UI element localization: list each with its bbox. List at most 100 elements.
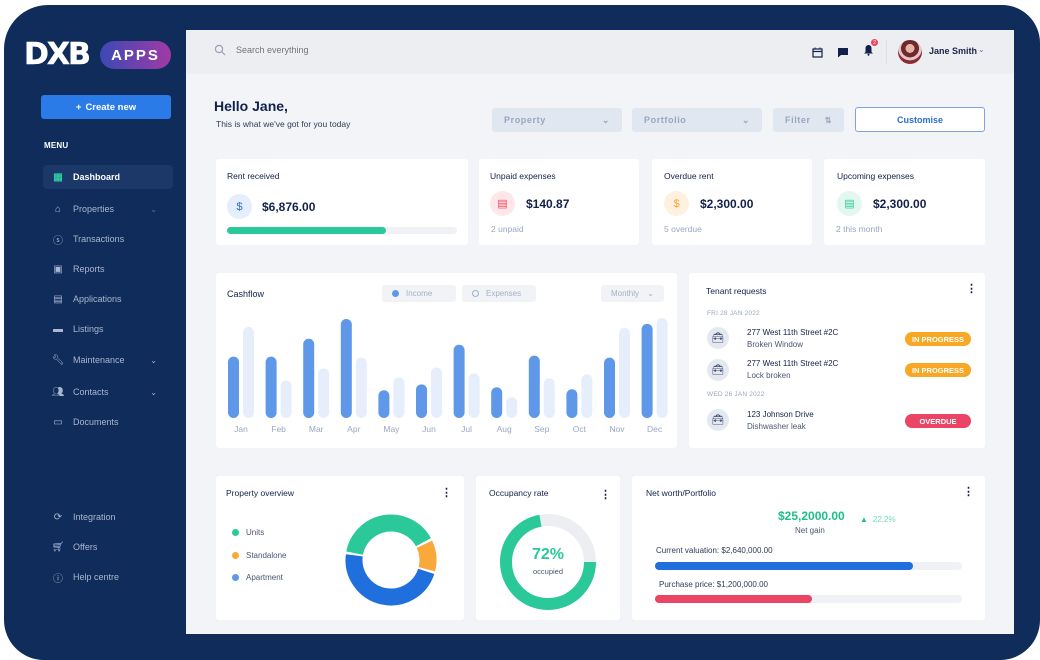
bar-income-aug[interactable] — [491, 387, 503, 418]
divider — [886, 40, 887, 64]
bar-expenses-jun[interactable] — [431, 367, 442, 418]
user-name[interactable]: Jane Smith — [929, 46, 977, 56]
filter-button[interactable]: Filter ⇅ — [773, 108, 844, 132]
chat-icon[interactable] — [837, 47, 849, 58]
rent-progress-fill — [227, 227, 386, 234]
bar-income-apr[interactable] — [340, 318, 352, 418]
page-title: Hello Jane, — [214, 98, 288, 114]
sidebar-item-label: Maintenance — [73, 355, 125, 365]
search-bar[interactable] — [214, 44, 416, 56]
card-title: Property overview — [226, 488, 295, 498]
bar-income-jul[interactable] — [453, 344, 465, 418]
more-options-icon[interactable]: ⋮ — [441, 488, 452, 499]
bar-expenses-dec[interactable] — [656, 317, 668, 418]
sidebar-item-applications[interactable]: ▤ Applications — [43, 287, 173, 311]
bar-income-mar[interactable] — [303, 338, 315, 418]
calendar-icon[interactable] — [812, 47, 823, 58]
sidebar-item-offers[interactable]: 🛒︎ Offers — [43, 535, 173, 559]
sidebar-item-help-centre[interactable]: ⓘ Help centre — [43, 565, 173, 589]
more-options-icon[interactable]: ⋮ — [600, 490, 611, 501]
bar-income-feb[interactable] — [265, 356, 277, 418]
help-icon: ⓘ — [53, 573, 63, 585]
sidebar-item-integration[interactable]: ⟳ Integration — [43, 505, 173, 529]
grid-icon: ▦ — [53, 171, 63, 183]
dollar-icon: $ — [664, 191, 689, 216]
chevron-down-icon: ⌄ — [741, 114, 750, 125]
tenant-requests-card: Tenant requests ⋮ FRI 28 JAN 2022 🧰︎ 277… — [689, 273, 985, 448]
customise-button[interactable]: Customise — [855, 107, 985, 132]
bar-expenses-sep[interactable] — [543, 378, 555, 418]
toolbox-icon: 🧰︎ — [707, 409, 729, 431]
bar-income-nov[interactable] — [604, 357, 615, 418]
bar-expenses-feb[interactable] — [280, 380, 292, 418]
x-tick-label: Dec — [647, 424, 663, 434]
sync-icon: ⟳ — [53, 511, 63, 523]
donut-segment-apartment[interactable] — [345, 554, 435, 606]
create-new-button[interactable]: + Create new — [41, 95, 171, 119]
more-options-icon[interactable]: ⋮ — [963, 487, 974, 498]
bar-income-sep[interactable] — [528, 355, 540, 418]
sidebar-item-listings[interactable]: ▬ Listings — [43, 317, 173, 341]
bar-income-oct[interactable] — [566, 389, 578, 418]
stat-value: $140.87 — [526, 197, 570, 211]
search-input[interactable] — [236, 45, 416, 55]
bar-expenses-jul[interactable] — [468, 373, 480, 418]
logo[interactable]: DXB APPS — [24, 37, 171, 72]
logo-wordmark: DXB — [24, 37, 91, 72]
donut-segment-units[interactable] — [346, 514, 431, 556]
property-dropdown[interactable]: Property ⌄ — [492, 108, 622, 132]
receipt-icon: ▤ — [490, 191, 515, 216]
plus-icon: + — [75, 101, 82, 113]
request-issue: Lock broken — [747, 371, 791, 380]
request-date: FRI 28 JAN 2022 — [707, 310, 760, 317]
sidebar-item-transactions[interactable]: ⓢ Transactions — [43, 227, 173, 251]
bar-income-jun[interactable] — [416, 384, 427, 418]
chevron-down-icon[interactable]: ⌄ — [978, 45, 985, 54]
x-tick-label: Aug — [497, 424, 512, 434]
units-dot-icon — [232, 529, 239, 536]
card-title: Tenant requests — [706, 286, 767, 296]
bar-expenses-may[interactable] — [393, 377, 405, 418]
request-address: 277 West 11th Street #2C — [747, 359, 839, 368]
donut-segment-standalone[interactable] — [416, 540, 437, 572]
bar-income-dec[interactable] — [641, 323, 653, 418]
sidebar-item-documents[interactable]: ▭ Documents — [43, 410, 173, 434]
frame-notch — [143, 0, 153, 5]
more-options-icon[interactable]: ⋮ — [966, 284, 977, 295]
bar-income-jan[interactable] — [228, 356, 239, 418]
request-address: 277 West 11th Street #2C — [747, 328, 839, 337]
legend-label: Units — [246, 528, 265, 537]
portfolio-dropdown[interactable]: Portfolio ⌄ — [632, 108, 762, 132]
property-overview-card: Property overview ⋮ Units Standalone Apa… — [216, 476, 464, 620]
sidebar-item-contacts[interactable]: 👥︎ Contacts ⌄ — [43, 380, 173, 404]
dropdown-label: Property — [504, 115, 546, 125]
apartment-dot-icon — [232, 574, 239, 581]
request-address: 123 Johnson Drive — [747, 410, 814, 419]
x-tick-label: Jun — [422, 424, 436, 434]
sidebar-item-label: Transactions — [73, 234, 125, 244]
x-tick-label: Jan — [234, 424, 248, 434]
bar-expenses-mar[interactable] — [318, 368, 330, 418]
sidebar-item-reports[interactable]: ▣ Reports — [43, 257, 173, 281]
sidebar-item-properties[interactable]: ⌂ Properties ⌄ — [43, 197, 173, 221]
bar-expenses-nov[interactable] — [619, 327, 630, 418]
valuation-bar — [655, 562, 962, 570]
cart-icon: 🛒︎ — [51, 541, 65, 553]
sidebar-item-dashboard[interactable]: ▦ Dashboard — [43, 165, 173, 189]
occupancy-value: 72% — [531, 546, 565, 563]
net-worth-card: Net worth/Portfolio ⋮ $25,2000.00 Net ga… — [632, 476, 985, 620]
bar-income-may[interactable] — [378, 390, 390, 418]
status-badge: OVERDUE — [905, 414, 971, 428]
sidebar-item-label: Contacts — [73, 387, 109, 397]
bar-expenses-oct[interactable] — [581, 374, 593, 418]
dollar-icon: $ — [227, 194, 252, 219]
stat-card-upcoming-expenses: Upcoming expenses ▤ $2,300.00 2 this mon… — [824, 159, 985, 245]
stat-subtext: 2 this month — [836, 224, 883, 234]
bar-expenses-aug[interactable] — [506, 397, 518, 418]
bar-expenses-apr[interactable] — [355, 357, 367, 418]
avatar[interactable] — [898, 40, 922, 64]
notifications-button[interactable]: 2 — [863, 39, 878, 61]
bar-expenses-jan[interactable] — [243, 326, 254, 418]
toolbox-icon: 🧰︎ — [707, 327, 729, 349]
sidebar-item-maintenance[interactable]: 🔧︎ Maintenance ⌄ — [43, 348, 173, 372]
